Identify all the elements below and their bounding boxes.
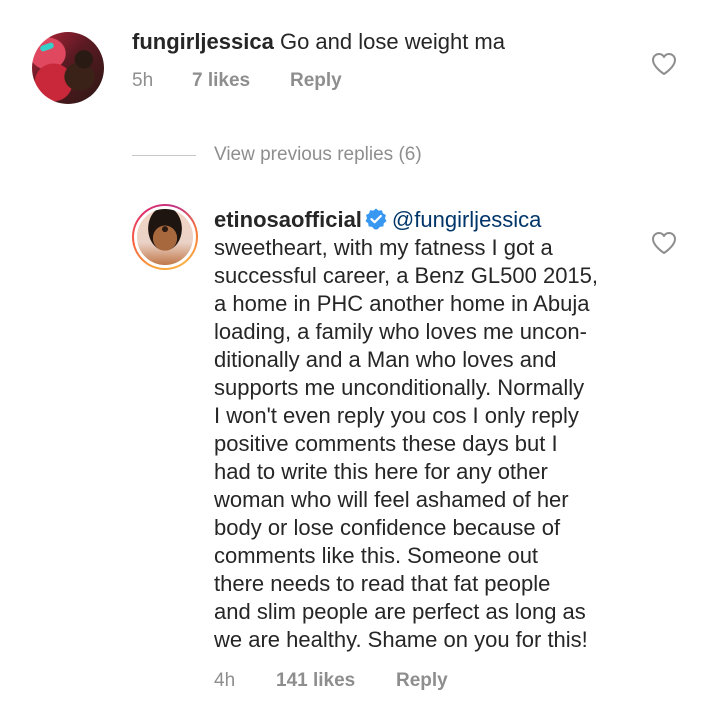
- reply-body-line: sweetheart, with my fatness I got a: [214, 235, 553, 260]
- reply-body-line: supports me unconditionally. Normally: [214, 375, 585, 400]
- reply-body-line: a home in PHC another home in Abuja: [214, 291, 590, 316]
- view-previous-replies-link[interactable]: View previous replies (6): [214, 144, 422, 166]
- reply-header-line: etinosaofficial @fungirljessica: [214, 206, 644, 234]
- heart-outline-icon[interactable]: [651, 231, 677, 255]
- reply-body-line: there needs to read that fat people: [214, 571, 551, 596]
- reply-body-line: and slim people are perfect as long as: [214, 599, 586, 624]
- thread-divider: [132, 155, 196, 156]
- replier-avatar[interactable]: [134, 206, 196, 268]
- reply-body-line: body or lose confidence because of: [214, 515, 561, 540]
- comment-likes[interactable]: 141 likes: [276, 670, 355, 692]
- comment-username[interactable]: fungirljessica: [132, 29, 274, 54]
- mention-link[interactable]: @fungirljessica: [392, 207, 542, 232]
- reply-body-line: woman who will feel ashamed of her: [214, 487, 569, 512]
- comment-body: Go and lose weight ma: [279, 29, 505, 54]
- verified-badge-icon: [365, 208, 387, 230]
- commenter-avatar[interactable]: [32, 32, 104, 104]
- comment-time: 4h: [214, 670, 236, 691]
- reply-comment: etinosaofficial @fungirljessica sweethea…: [214, 206, 644, 654]
- reply-body-line: successful career, a Benz GL500 2015,: [214, 263, 599, 288]
- reply-button[interactable]: Reply: [290, 70, 342, 92]
- comments-screen: fungirljessica Go and lose weight ma 5h …: [0, 0, 720, 717]
- reply-body-line: we are healthy. Shame on you for this!: [214, 627, 588, 652]
- reply-body-line: positive comments these days but I: [214, 431, 558, 456]
- reply-username[interactable]: etinosaofficial: [214, 207, 362, 232]
- reply-button[interactable]: Reply: [396, 670, 448, 692]
- heart-outline-icon[interactable]: [651, 52, 677, 76]
- reply-body-line: ditionally and a Man who loves and: [214, 347, 557, 372]
- comment-likes[interactable]: 7 likes: [192, 70, 250, 92]
- reply-body-line: had to write this here for any other: [214, 459, 548, 484]
- reply-body-line: I won't even reply you cos I only reply: [214, 403, 579, 428]
- first-comment: fungirljessica Go and lose weight ma: [132, 28, 505, 56]
- reply-body-line: comments like this. Someone out: [214, 543, 539, 568]
- reply-body-line: loading, a family who loves me uncon-: [214, 319, 587, 344]
- comment-time: 5h: [132, 70, 154, 91]
